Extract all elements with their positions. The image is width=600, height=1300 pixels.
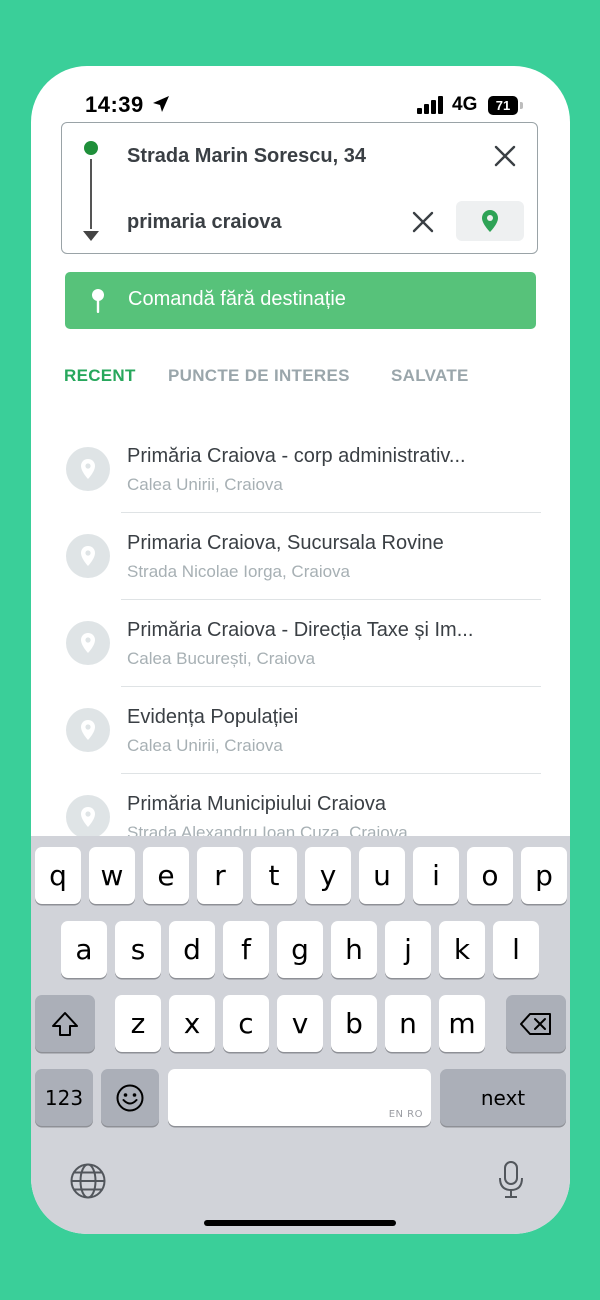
key-z[interactable]: z (115, 995, 161, 1052)
close-icon (494, 145, 516, 167)
place-title: Evidența Populației (127, 706, 299, 728)
destination-input[interactable]: primaria craiova (127, 211, 282, 234)
key-y[interactable]: y (305, 847, 351, 904)
key-h[interactable]: h (331, 921, 377, 978)
location-pin-icon (81, 720, 95, 740)
key-j[interactable]: j (385, 921, 431, 978)
close-icon (412, 211, 434, 233)
key-d[interactable]: d (169, 921, 215, 978)
origin-dot-icon (84, 141, 98, 155)
home-indicator (204, 1220, 396, 1226)
tab-saved[interactable]: SALVATE (391, 366, 469, 386)
key-u[interactable]: u (359, 847, 405, 904)
origin-input[interactable]: Strada Marin Sorescu, 34 (127, 145, 366, 168)
place-icon-circle (66, 447, 110, 491)
key-k[interactable]: k (439, 921, 485, 978)
key-b[interactable]: b (331, 995, 377, 1052)
pick-on-map-button[interactable] (456, 201, 524, 241)
key-w[interactable]: w (89, 847, 135, 904)
destination-arrow-icon (83, 231, 99, 241)
numbers-key[interactable]: 123 (35, 1069, 93, 1126)
key-i[interactable]: i (413, 847, 459, 904)
clear-destination-button[interactable] (408, 207, 438, 237)
emoji-icon (116, 1084, 144, 1111)
location-arrow-icon (153, 96, 169, 112)
key-c[interactable]: c (223, 995, 269, 1052)
cta-label: Comandă fără destinație (128, 288, 346, 310)
key-q[interactable]: q (35, 847, 81, 904)
key-e[interactable]: e (143, 847, 189, 904)
list-item[interactable]: Primăria Municipiului Craiova Strada Ale… (31, 759, 570, 846)
location-pin-icon (81, 546, 95, 566)
map-pin-icon (482, 210, 498, 232)
place-icon-circle (66, 708, 110, 752)
backspace-icon (520, 1012, 551, 1035)
location-pin-icon (81, 459, 95, 479)
tab-points-of-interest[interactable]: PUNCTE DE INTERES (168, 366, 350, 386)
order-without-destination-button[interactable]: Comandă fără destinație (65, 272, 536, 329)
key-a[interactable]: a (61, 921, 107, 978)
microphone-icon[interactable] (497, 1160, 525, 1200)
place-icon-circle (66, 795, 110, 839)
place-icon-circle (66, 534, 110, 578)
backspace-key[interactable] (506, 995, 566, 1052)
key-x[interactable]: x (169, 995, 215, 1052)
key-v[interactable]: v (277, 995, 323, 1052)
key-g[interactable]: g (277, 921, 323, 978)
battery-level: 71 (488, 96, 518, 115)
place-title: Primaria Craiova, Sucursala Rovine (127, 532, 444, 554)
battery-icon: 71 (488, 96, 524, 115)
key-p[interactable]: p (521, 847, 567, 904)
place-address: Calea Unirii, Craiova (127, 475, 283, 494)
emoji-key[interactable] (101, 1069, 159, 1126)
location-pin-icon (81, 807, 95, 827)
key-o[interactable]: o (467, 847, 513, 904)
status-time: 14:39 (85, 92, 144, 117)
key-n[interactable]: n (385, 995, 431, 1052)
place-title: Primăria Municipiului Craiova (127, 793, 386, 815)
clear-origin-button[interactable] (490, 141, 520, 171)
phone-screen: 14:39 4G 71 Strada Marin Sorescu, 34 pri… (31, 66, 570, 1234)
route-search-box: Strada Marin Sorescu, 34 primaria craiov… (61, 122, 538, 254)
place-address: Calea București, Craiova (127, 649, 316, 668)
pushpin-icon (92, 289, 104, 313)
location-pin-icon (81, 633, 95, 653)
space-language-label: EN RO (388, 1109, 423, 1120)
keyboard-bottom-bar (31, 1134, 570, 1234)
key-f[interactable]: f (223, 921, 269, 978)
key-t[interactable]: t (251, 847, 297, 904)
list-item[interactable]: Evidența Populației Calea Unirii, Craiov… (31, 672, 570, 774)
tab-recent[interactable]: RECENT (64, 366, 136, 386)
list-item[interactable]: Primăria Craiova - Direcția Taxe și Im..… (31, 585, 570, 687)
list-item[interactable]: Primăria Craiova - corp administrativ...… (31, 411, 570, 513)
key-m[interactable]: m (439, 995, 485, 1052)
place-address: Calea Unirii, Craiova (127, 736, 283, 755)
cellular-signal-icon (417, 96, 443, 114)
list-item[interactable]: Primaria Craiova, Sucursala Rovine Strad… (31, 498, 570, 600)
place-address: Strada Nicolae Iorga, Craiova (127, 562, 351, 581)
on-screen-keyboard: q w e r t y u i o p a s d f g h j k l z … (31, 836, 570, 1234)
network-type: 4G (452, 94, 478, 115)
place-icon-circle (66, 621, 110, 665)
next-key[interactable]: next (440, 1069, 566, 1126)
battery-tip (520, 102, 523, 109)
place-title: Primăria Craiova - Direcția Taxe și Im..… (127, 619, 474, 641)
globe-icon[interactable] (69, 1162, 107, 1200)
space-key[interactable]: EN RO (168, 1069, 431, 1126)
route-line (90, 159, 92, 229)
shift-icon (52, 1011, 78, 1036)
key-l[interactable]: l (493, 921, 539, 978)
place-title: Primăria Craiova - corp administrativ... (127, 445, 466, 467)
key-r[interactable]: r (197, 847, 243, 904)
shift-key[interactable] (35, 995, 95, 1052)
key-s[interactable]: s (115, 921, 161, 978)
